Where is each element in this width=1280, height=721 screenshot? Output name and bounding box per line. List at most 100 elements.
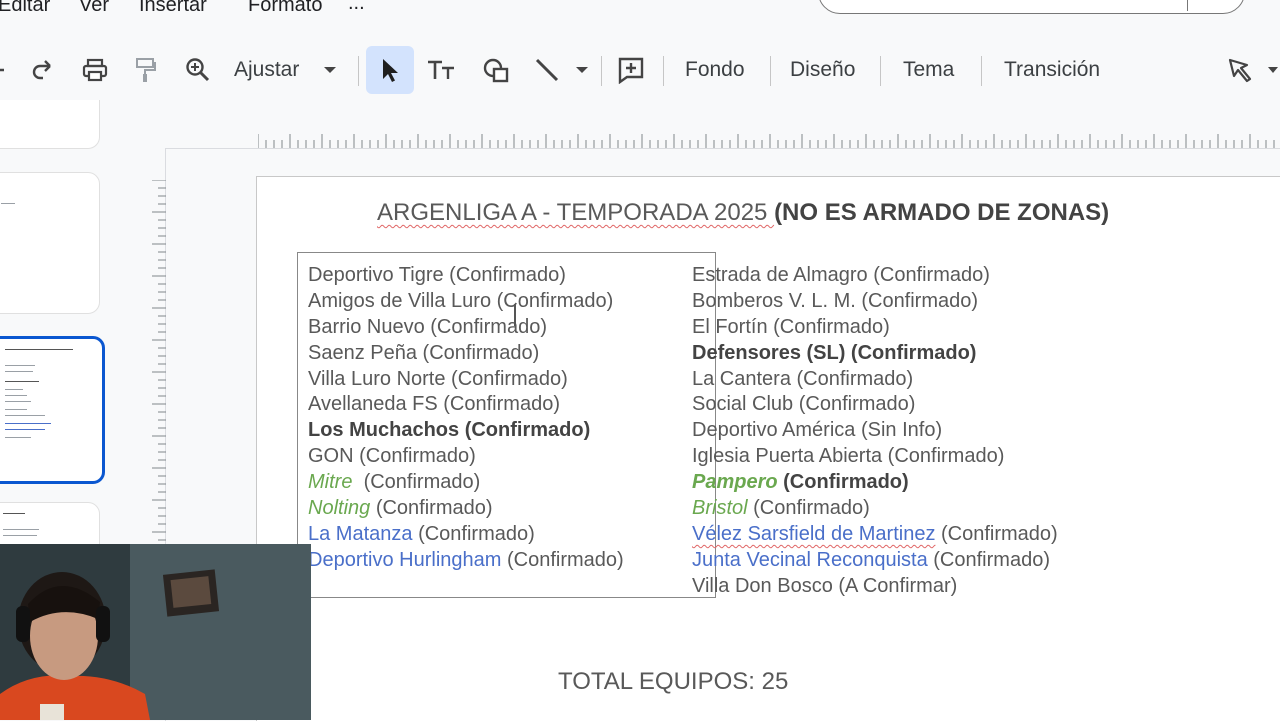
redo-icon[interactable]	[28, 44, 56, 96]
search-divider	[1187, 0, 1188, 11]
toolbar-divider	[880, 56, 881, 86]
menu-more[interactable]: ...	[348, 0, 365, 15]
thumb-line	[5, 429, 45, 430]
fondo-button[interactable]: Fondo	[685, 44, 745, 96]
total-teams[interactable]: TOTAL EQUIPOS: 25	[558, 668, 788, 696]
search-box[interactable]	[818, 0, 1245, 14]
team-status: (Confirmado)	[352, 471, 481, 494]
menu-editar[interactable]: Editar	[0, 0, 50, 17]
transicion-button[interactable]: Transición	[1004, 44, 1100, 96]
team-item: Bomberos V. L. M. (Confirmado)	[692, 289, 979, 312]
text-box-icon[interactable]	[424, 44, 458, 96]
toolbar: Ajustar Fondo Diseño Tema Transición	[0, 44, 1280, 96]
team-item: Mitre (Confirmado)	[308, 470, 624, 496]
slide-thumbnail[interactable]	[0, 172, 100, 314]
team-status: (Confirmado)	[935, 522, 1058, 545]
team-name: Nolting	[308, 497, 371, 520]
team-item: La Matanza (Confirmado)	[308, 522, 624, 548]
line-dropdown-icon[interactable]	[574, 44, 590, 96]
team-item: Pampero (Confirmado)	[692, 470, 1058, 496]
slide-title[interactable]: ARGENLIGA A - TEMPORADA 2025 (NO ES ARMA…	[377, 199, 1109, 227]
thumb-line	[5, 349, 73, 350]
team-item: Deportivo América (Sin Info)	[692, 419, 943, 442]
thumb-line	[5, 437, 31, 438]
team-item: Iglesia Puerta Abierta (Confirmado)	[692, 445, 1005, 468]
thumb-line	[1, 203, 15, 204]
team-item: Avellaneda FS (Confirmado)	[308, 393, 560, 416]
left-team-list[interactable]: Deportivo Tigre (Confirmado) Amigos de V…	[308, 263, 624, 574]
pen-tool-icon[interactable]	[1226, 44, 1256, 96]
team-name: Junta Vecinal Reconquista	[692, 548, 928, 571]
team-item: Villa Luro Norte (Confirmado)	[308, 367, 568, 390]
thumb-line	[3, 529, 39, 530]
team-status: (Confirmado)	[777, 471, 909, 494]
undo-icon[interactable]	[0, 44, 8, 96]
chevron-down-icon[interactable]	[322, 44, 338, 96]
webcam-video	[0, 544, 311, 720]
team-item: Villa Don Bosco (A Confirmar)	[692, 574, 958, 597]
toolbar-divider	[770, 56, 771, 86]
team-status: (Confirmado)	[501, 548, 624, 571]
team-item: GON (Confirmado)	[308, 445, 476, 468]
add-comment-icon[interactable]	[615, 44, 647, 96]
thumb-line	[5, 365, 35, 366]
thumb-line	[3, 513, 25, 514]
team-name: Mitre	[308, 471, 353, 494]
toolbar-divider	[663, 56, 664, 86]
line-icon[interactable]	[532, 44, 562, 96]
team-item: La Cantera (Confirmado)	[692, 367, 914, 390]
toolbar-divider	[981, 56, 982, 86]
team-item: Deportivo Tigre (Confirmado)	[308, 264, 566, 286]
vertical-ruler	[152, 180, 166, 557]
menu-formato[interactable]: Formato	[248, 0, 322, 17]
team-name: Deportivo Hurlingham	[308, 548, 502, 571]
diseno-button[interactable]: Diseño	[790, 44, 855, 96]
thumb-line	[5, 381, 39, 382]
team-name: La Matanza	[308, 522, 413, 545]
team-item: Junta Vecinal Reconquista (Confirmado)	[692, 548, 1058, 574]
paint-format-icon[interactable]	[130, 44, 160, 96]
team-item: Bristol (Confirmado)	[692, 496, 1058, 522]
team-name: Vélez Sarsfield de Martinez	[692, 522, 936, 545]
team-item: Saenz Peña (Confirmado)	[308, 341, 540, 364]
team-name: Pampero	[692, 471, 778, 494]
slide-thumbnail[interactable]	[0, 100, 100, 149]
team-status: (Confirmado)	[370, 497, 493, 520]
select-cursor-icon[interactable]	[375, 44, 405, 96]
shape-icon[interactable]	[480, 44, 512, 96]
team-status: (Confirmado)	[747, 497, 870, 520]
thumb-line	[5, 395, 27, 396]
team-name: Bristol	[692, 497, 748, 520]
slide-thumbnail-active[interactable]	[0, 336, 105, 484]
team-item: Estrada de Almagro (Confirmado)	[692, 264, 990, 286]
team-item: El Fortín (Confirmado)	[692, 315, 890, 338]
team-item: Vélez Sarsfield de Martinez (Confirmado)	[692, 522, 1058, 548]
thumb-line	[5, 401, 31, 402]
zoom-icon[interactable]	[183, 44, 213, 96]
zoom-label[interactable]: Ajustar	[234, 44, 299, 96]
horizontal-ruler	[258, 134, 1275, 148]
thumb-line	[5, 409, 27, 410]
team-item: Nolting (Confirmado)	[308, 496, 624, 522]
menu-ver[interactable]: Ver	[79, 0, 109, 17]
team-item: Deportivo Hurlingham (Confirmado)	[308, 548, 624, 574]
title-bold-text: (NO ES ARMADO DE ZONAS)	[774, 199, 1110, 226]
toolbar-divider	[358, 56, 359, 86]
tema-button[interactable]: Tema	[903, 44, 954, 96]
team-item: Los Muchachos (Confirmado)	[308, 419, 591, 442]
thumb-line	[5, 415, 45, 416]
thumb-line	[5, 371, 33, 372]
pen-dropdown-icon[interactable]	[1266, 44, 1280, 96]
team-status: (Confirmado)	[412, 522, 535, 545]
menu-insertar[interactable]: Insertar	[139, 0, 207, 17]
thumb-line	[5, 423, 51, 424]
team-status: (Confirmado)	[927, 548, 1050, 571]
team-item: Defensores (SL) (Confirmado)	[692, 341, 977, 364]
title-text: ARGENLIGA A - TEMPORADA 2025	[377, 199, 775, 226]
thumb-line	[5, 389, 23, 390]
text-cursor	[514, 304, 516, 326]
team-item: Social Club (Confirmado)	[692, 393, 916, 416]
team-item: Amigos de Villa Luro (Confirmado)	[308, 289, 614, 312]
print-icon[interactable]	[80, 44, 110, 96]
right-team-list[interactable]: Estrada de Almagro (Confirmado) Bomberos…	[692, 263, 1058, 600]
